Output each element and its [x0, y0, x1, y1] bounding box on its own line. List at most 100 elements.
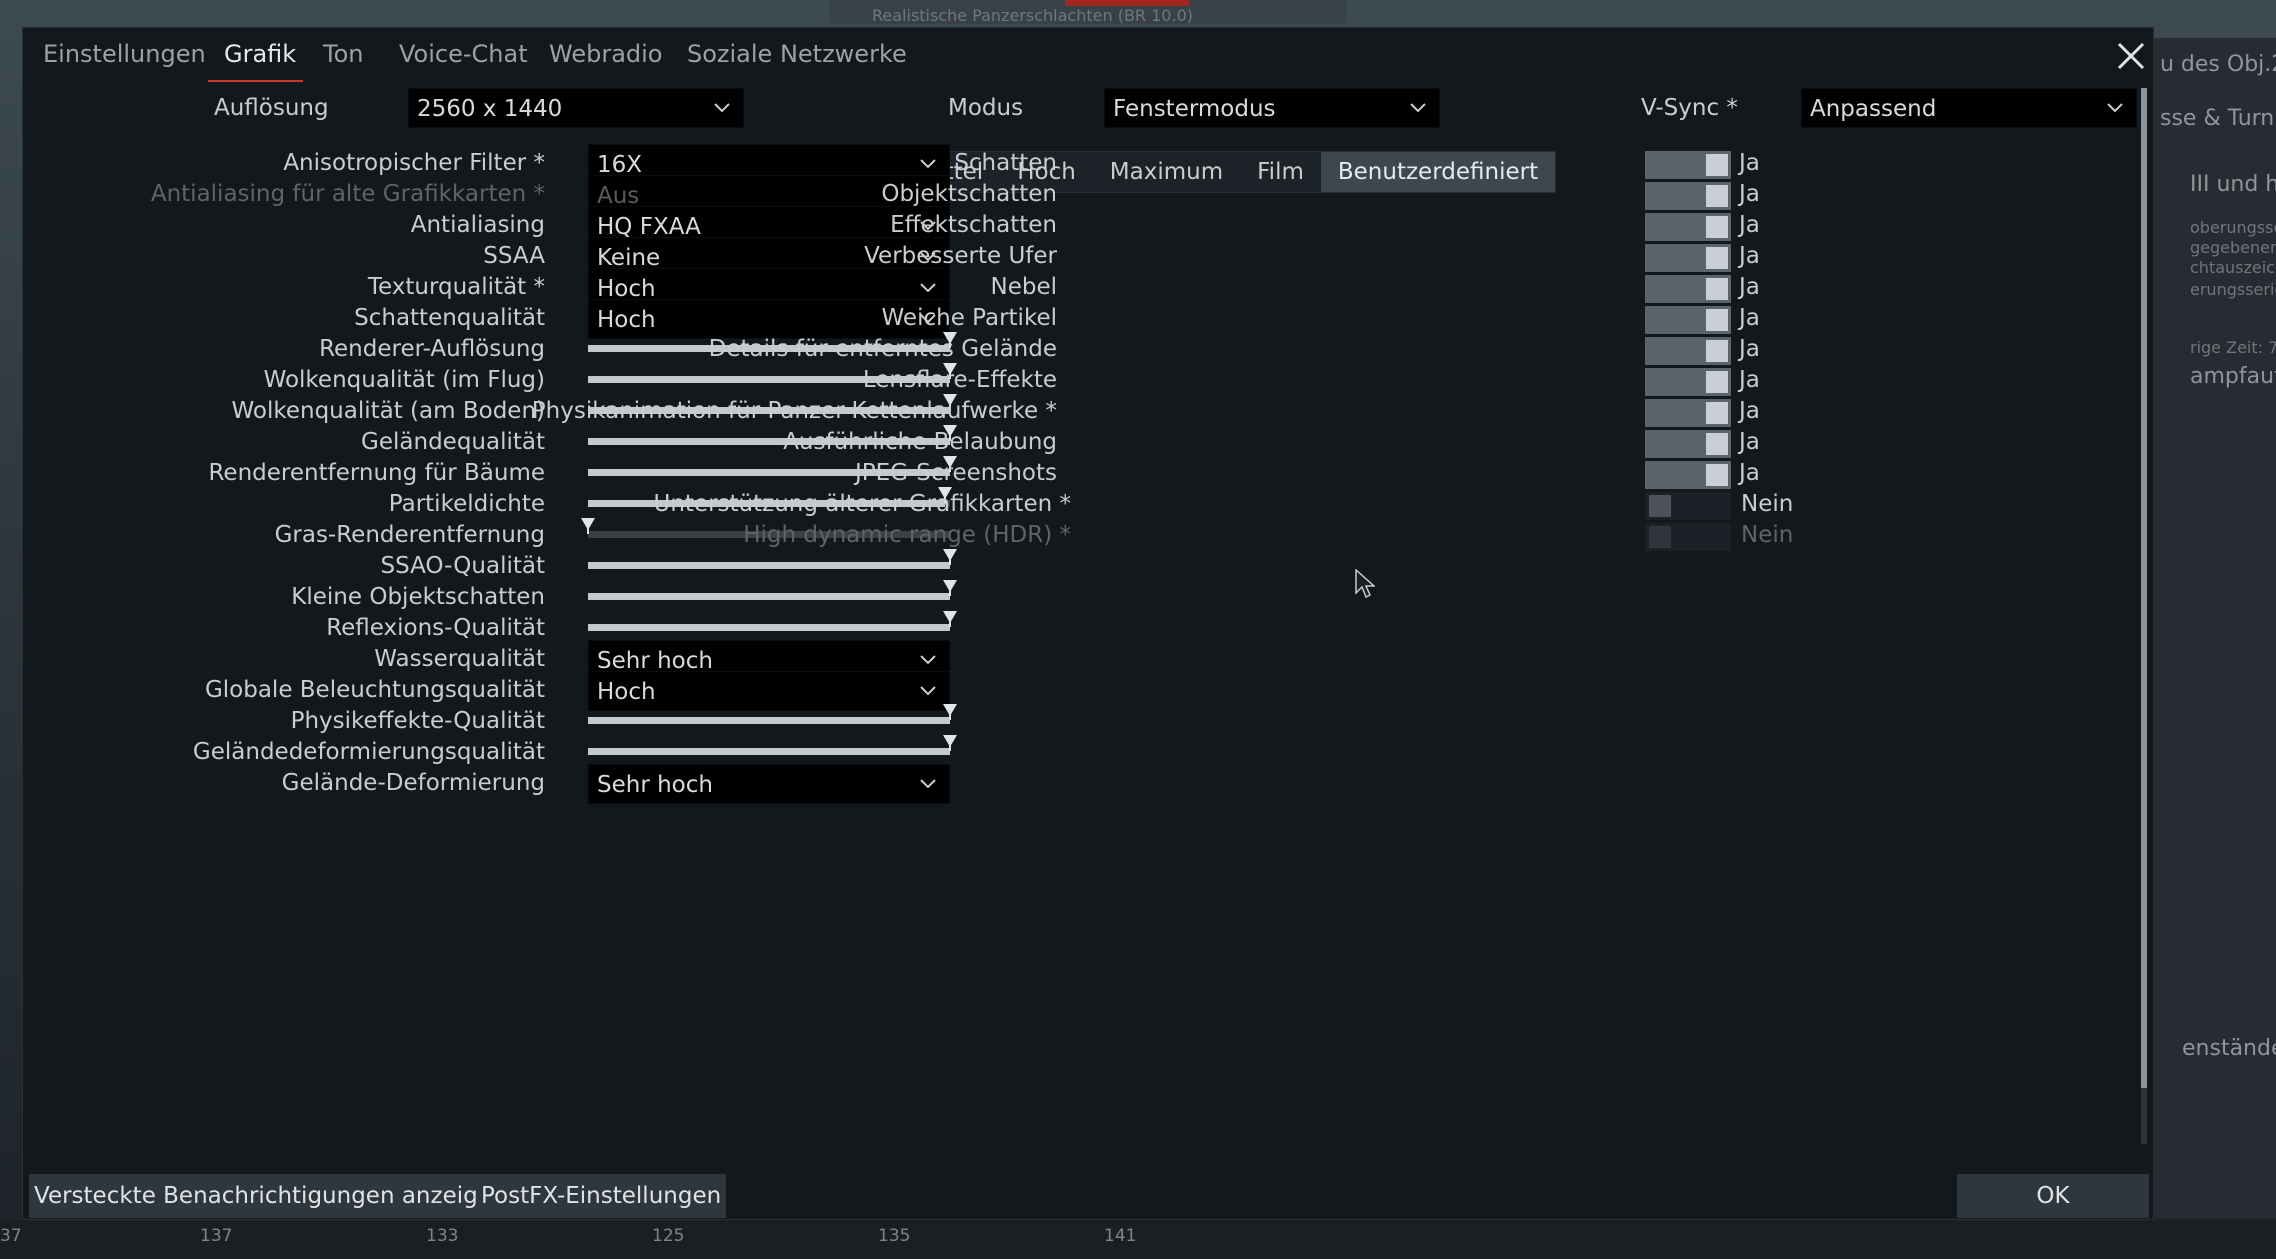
verbesserte-ufer-state: Ja	[1739, 243, 1760, 269]
physikanimation-fuer-panzer-kettenlaufwerke-toggle[interactable]	[1645, 399, 1731, 427]
toggle-label-effektschatten: Effektschatten	[890, 212, 1057, 238]
schatten-toggle[interactable]	[1645, 151, 1731, 179]
resolution-dropdown[interactable]: 2560 x 1440	[408, 88, 744, 128]
slot-number: 133	[426, 1226, 459, 1246]
toggle-label-unterstuetzung-aelterer-grafikkarten: Unterstützung älterer Grafikkarten *	[653, 491, 1072, 517]
setting-label-gras-renderentfernung: Gras-Renderentfernung	[274, 522, 545, 548]
toggle-knob	[1706, 185, 1728, 207]
tab-soziale-netzwerke[interactable]: Soziale Netzwerke	[687, 40, 907, 68]
kleine-objektschatten-slider[interactable]	[588, 580, 957, 610]
settings-dialog: Einstellungen Grafik Ton Voice-Chat Webr…	[22, 27, 2154, 1220]
lensflare-effekte-toggle[interactable]	[1645, 368, 1731, 396]
ausfuehrliche-belaubung-toggle[interactable]	[1645, 430, 1731, 458]
preset-film[interactable]: Film	[1240, 152, 1321, 192]
toggle-label-nebel: Nebel	[990, 274, 1058, 300]
setting-label-antialiasing-fuer-alte-grafikkarten: Antialiasing für alte Grafikkarten *	[150, 181, 545, 207]
verbesserte-ufer-toggle[interactable]	[1645, 244, 1731, 272]
vsync-dropdown[interactable]: Anpassend	[1801, 88, 2137, 128]
tab-voice-chat[interactable]: Voice-Chat	[399, 40, 528, 68]
bg-right-text: gegebenen Anz	[2190, 238, 2276, 257]
setting-label-wolkenqualitaet-im-flug: Wolkenqualität (im Flug)	[263, 367, 545, 393]
gelaende-deformierung-dropdown[interactable]: Sehr hoch	[588, 764, 950, 804]
setting-label-wolkenqualitaet-am-boden: Wolkenqualität (am Boden)	[231, 398, 545, 424]
mode-dropdown[interactable]: Fenstermodus	[1104, 88, 1440, 128]
objektschatten-toggle[interactable]	[1645, 182, 1731, 210]
setting-label-partikeldichte: Partikeldichte	[388, 491, 545, 517]
physikeffekte-qualitaet-slider[interactable]	[588, 704, 957, 734]
scrollbar-thumb[interactable]	[2141, 88, 2147, 1088]
slider-thumb[interactable]	[943, 704, 957, 716]
tab-einstellungen[interactable]: Einstellungen	[43, 40, 206, 68]
weiche-partikel-toggle[interactable]	[1645, 306, 1731, 334]
globale-beleuchtungsqualitaet-dropdown[interactable]: Hoch	[588, 671, 950, 711]
slider-thumb[interactable]	[943, 580, 957, 592]
show-hidden-notifications-button[interactable]: Versteckte Benachrichtigungen anzeigen	[29, 1174, 512, 1218]
unterstuetzung-aelterer-grafikkarten-toggle[interactable]	[1645, 492, 1731, 520]
slider-thumb[interactable]	[943, 735, 957, 747]
chevron-down-icon	[714, 103, 730, 113]
setting-label-ssao-qualitaet: SSAO-Qualität	[380, 553, 545, 579]
chevron-down-icon	[920, 779, 936, 789]
slider-thumb[interactable]	[943, 549, 957, 561]
chevron-down-icon	[2107, 103, 2123, 113]
preset-benutzerdefiniert[interactable]: Benutzerdefiniert	[1320, 152, 1556, 192]
effektschatten-toggle[interactable]	[1645, 213, 1731, 241]
details-fuer-entferntes-gelaende-toggle[interactable]	[1645, 337, 1731, 365]
setting-label-physikeffekte-qualitaet: Physikeffekte-Qualität	[290, 708, 545, 734]
schattenqualitaet-value: Hoch	[597, 307, 656, 333]
bg-right-text: sse & Turnie	[2160, 106, 2276, 131]
resolution-value: 2560 x 1440	[417, 96, 563, 122]
high-dynamic-range-hdr-state: Nein	[1741, 522, 1794, 548]
reflexions-qualitaet-slider[interactable]	[588, 611, 957, 641]
toggle-knob	[1706, 154, 1728, 176]
nebel-toggle[interactable]	[1645, 275, 1731, 303]
bg-right-text: u des Obj.27	[2160, 52, 2276, 77]
postfx-settings-button[interactable]: PostFX-Einstellungen	[476, 1174, 727, 1218]
slider-thumb[interactable]	[581, 518, 595, 530]
setting-label-gelaendedeformierungsqualitaet: Geländedeformierungsqualität	[192, 739, 545, 765]
setting-label-gelaendequalitaet: Geländequalität	[361, 429, 545, 455]
slot-number: 125	[652, 1226, 685, 1246]
close-button[interactable]	[2111, 36, 2151, 76]
setting-label-wasserqualitaet: Wasserqualität	[374, 646, 545, 672]
gelaende-deformierung-value: Sehr hoch	[597, 772, 713, 798]
bg-right-text: erungsserie":	[2190, 280, 2276, 299]
chevron-down-icon	[920, 283, 936, 293]
toggle-knob	[1706, 464, 1728, 486]
bg-right-text: chtauszeichnu	[2190, 258, 2276, 277]
bg-right-text: enstände (2	[2182, 1036, 2276, 1061]
setting-label-schattenqualitaet: Schattenqualität	[354, 305, 545, 331]
ok-button[interactable]: OK	[1957, 1174, 2149, 1218]
tab-webradio[interactable]: Webradio	[549, 40, 662, 68]
nebel-state: Ja	[1739, 274, 1760, 300]
ssao-qualitaet-slider[interactable]	[588, 549, 957, 579]
tab-grafik[interactable]: Grafik	[224, 40, 296, 68]
toggle-label-physikanimation-fuer-panzer-kettenlaufwerke: Physikanimation für Panzer-Kettenlaufwer…	[531, 398, 1057, 424]
jpeg-screenshots-state: Ja	[1739, 460, 1760, 486]
slot-number: 37	[0, 1226, 22, 1246]
physikanimation-fuer-panzer-kettenlaufwerke-state: Ja	[1739, 398, 1760, 424]
slot-number: 137	[200, 1226, 233, 1246]
setting-label-reflexions-qualitaet: Reflexions-Qualität	[326, 615, 545, 641]
toggle-label-lensflare-effekte: Lensflare-Effekte	[862, 367, 1057, 393]
chevron-down-icon	[920, 159, 936, 169]
details-fuer-entferntes-gelaende-state: Ja	[1739, 336, 1760, 362]
top-banner-text: Realistische Panzerschlachten (BR 10.0)	[872, 6, 1193, 25]
resolution-label: Auflösung	[214, 95, 329, 121]
toggle-label-jpeg-screenshots: JPEG-Screenshots	[854, 460, 1057, 486]
slider-fill	[588, 562, 950, 569]
setting-label-globale-beleuchtungsqualitaet: Globale Beleuchtungsqualität	[204, 677, 545, 703]
active-tab-indicator	[208, 80, 303, 82]
preset-maximum[interactable]: Maximum	[1093, 152, 1240, 192]
setting-label-texturqualitaet: Texturqualität *	[367, 274, 545, 300]
toggle-label-objektschatten: Objektschatten	[881, 181, 1057, 207]
gelaendedeformierungsqualitaet-slider[interactable]	[588, 735, 957, 765]
tab-ton[interactable]: Ton	[323, 40, 363, 68]
top-banner: Realistische Panzerschlachten (BR 10.0)	[830, 0, 1346, 25]
jpeg-screenshots-toggle[interactable]	[1645, 461, 1731, 489]
mode-label: Modus	[948, 95, 1024, 121]
setting-label-kleine-objektschatten: Kleine Objektschatten	[291, 584, 545, 610]
chevron-down-icon	[920, 655, 936, 665]
toggle-knob	[1706, 278, 1728, 300]
slider-thumb[interactable]	[943, 611, 957, 623]
